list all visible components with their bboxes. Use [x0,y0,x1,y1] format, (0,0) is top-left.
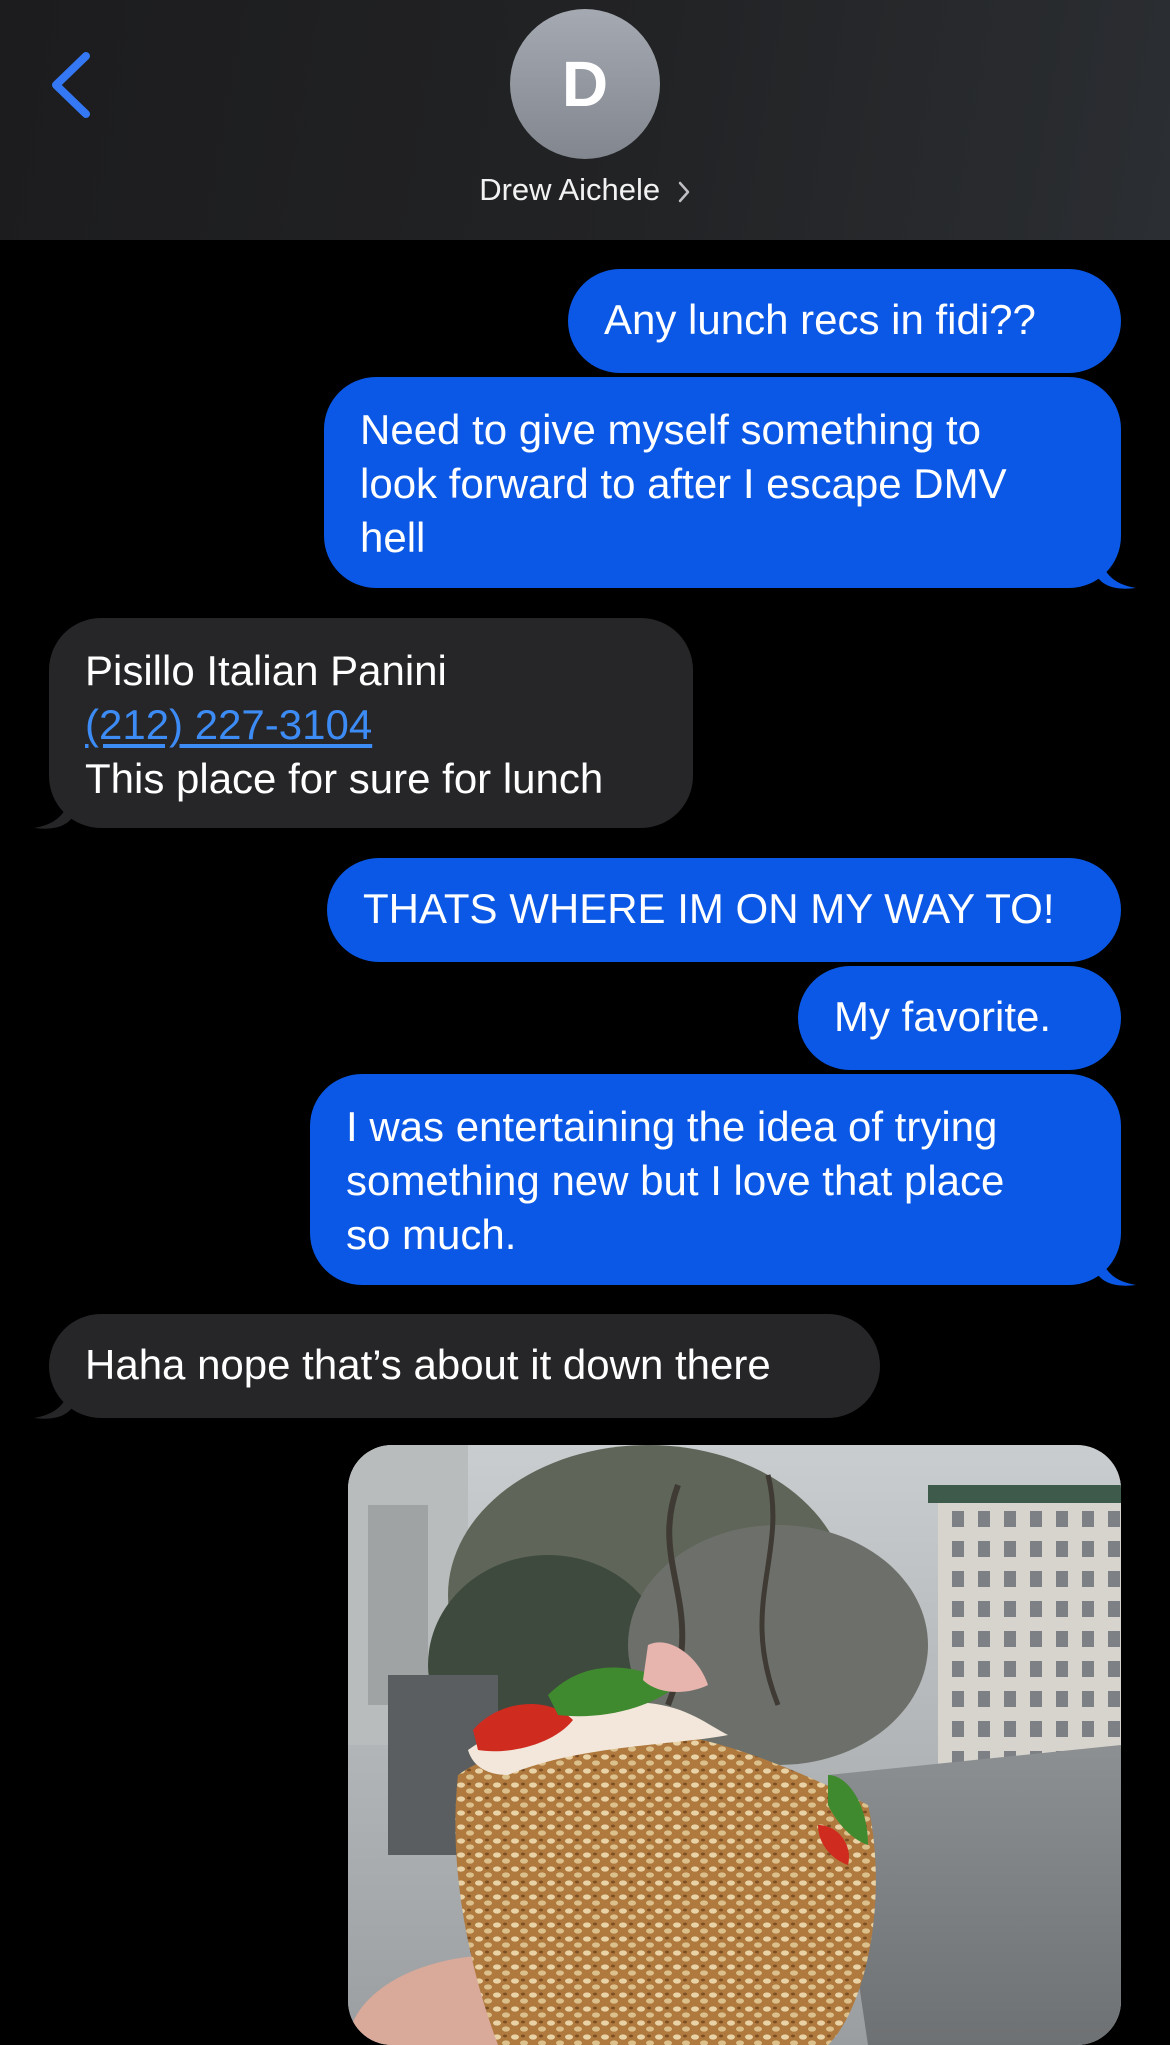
message-text: hell [360,514,426,561]
message-text: THATS WHERE IM ON MY WAY TO! [363,885,1055,932]
chevron-left-icon [52,52,90,118]
back-button[interactable] [36,42,106,128]
avatar-initial: D [561,48,609,120]
phone-number-link[interactable]: (212) 227-3104 [85,698,657,752]
outgoing-message[interactable]: My favorite. [798,966,1121,1070]
sandwich-photo-image [348,1445,1121,2045]
outgoing-message[interactable]: Need to give myself something to look fo… [324,377,1121,588]
message-text: This place for sure for lunch [85,755,604,802]
incoming-message[interactable]: Pisillo Italian Panini (212) 227-3104 Th… [49,618,693,828]
contact-name: Drew Aichele [479,172,661,207]
contact-name-button[interactable]: Drew Aichele [0,172,1170,208]
message-text: so much. [346,1211,517,1258]
bubble-tail [1098,550,1136,589]
conversation-header: D Drew Aichele [0,0,1170,240]
bubble-tail [34,790,72,829]
outgoing-message[interactable]: THATS WHERE IM ON MY WAY TO! [327,858,1121,962]
message-text: Haha nope that’s about it down there [85,1341,771,1388]
message-text: I was entertaining the idea of trying [346,1103,998,1150]
photo-attachment[interactable] [348,1445,1121,2045]
bubble-tail [34,1380,72,1419]
outgoing-message[interactable]: I was entertaining the idea of trying so… [310,1074,1121,1285]
message-text: something new but I love that place [346,1157,1005,1204]
message-text: Any lunch recs in fidi?? [604,296,1036,343]
bubble-tail [1098,1247,1136,1286]
message-text: Need to give myself something to [360,406,981,453]
contact-avatar[interactable]: D [510,9,660,159]
outgoing-message[interactable]: Any lunch recs in fidi?? [568,269,1121,373]
message-text: My favorite. [834,993,1052,1040]
incoming-message[interactable]: Haha nope that’s about it down there [49,1314,880,1418]
chevron-right-icon [678,181,690,203]
message-text: look forward to after I escape DMV [360,460,1007,507]
message-text: Pisillo Italian Panini [85,647,447,694]
